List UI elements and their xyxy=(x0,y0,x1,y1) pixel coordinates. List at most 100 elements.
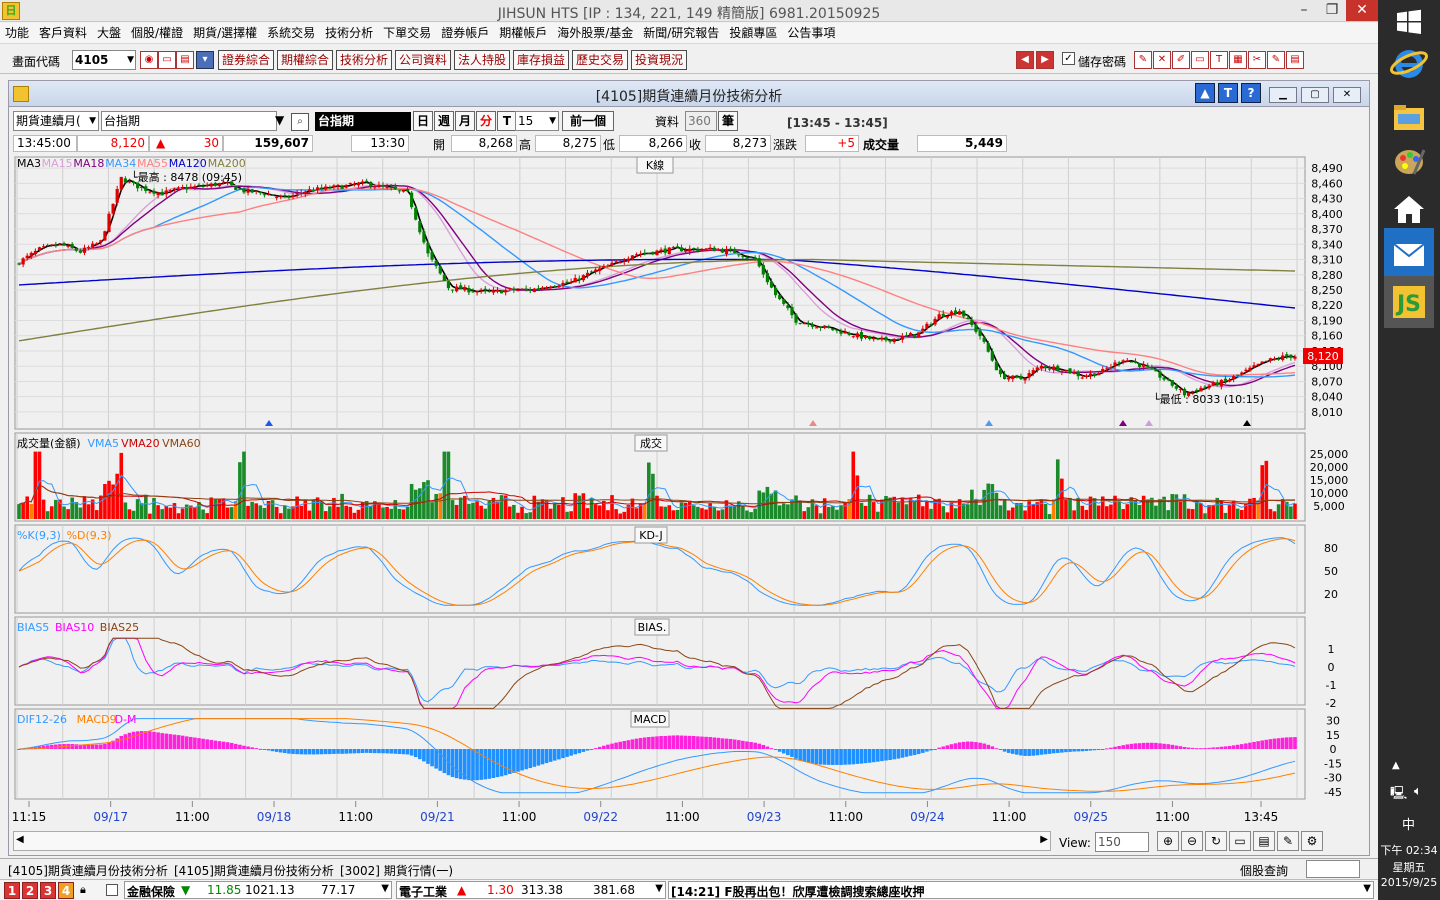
text-icon[interactable]: T xyxy=(1218,83,1238,103)
x-axis-label: 11:00 xyxy=(502,810,537,824)
window-icon[interactable]: ▭ xyxy=(158,51,176,69)
arrow-right-icon[interactable]: ▶ xyxy=(1036,51,1054,69)
toolbar-button-3[interactable]: 公司資料 xyxy=(395,50,451,70)
search-icon[interactable]: ◉ xyxy=(140,51,158,69)
toolbar-button-5[interactable]: 庫存損益 xyxy=(513,50,569,70)
save-password-checkbox[interactable]: ✓ xyxy=(1062,52,1075,65)
print-icon[interactable]: ▤ xyxy=(176,51,194,69)
settings-icon[interactable]: ⚙ xyxy=(1301,831,1323,851)
period-button-4[interactable]: T xyxy=(497,111,517,131)
refresh-icon[interactable]: ↻ xyxy=(1205,831,1227,851)
maximize-button[interactable]: ❐ xyxy=(1318,0,1346,21)
input-method[interactable]: 中 xyxy=(1402,814,1415,833)
sector1-box[interactable]: 金融保險 ▼ 11.85 1021.13 77.17 ▼ xyxy=(124,881,392,899)
menu-item-0[interactable]: 功能 xyxy=(0,23,34,43)
technical-chart[interactable]: 8,490 8,460 8,430 8,400 8,370 8,340 8,310 8,280… xyxy=(11,155,1369,827)
sub-close-button[interactable]: ✕ xyxy=(1333,87,1361,103)
doc-icon[interactable]: ▤ xyxy=(1286,51,1304,69)
edit-icon[interactable]: ✐ xyxy=(1172,51,1190,69)
table-icon[interactable]: ▤ xyxy=(1253,831,1275,851)
period-button-2[interactable]: 月 xyxy=(455,111,475,131)
tab-3002[interactable]: [3002] 期貨行情(一) xyxy=(340,862,453,879)
candle-body xyxy=(119,176,123,190)
type-select[interactable]: 期貨連續月(▼ xyxy=(13,111,99,131)
view-input[interactable]: 150 xyxy=(1095,832,1149,852)
interval-select[interactable]: 15 ▼ xyxy=(515,111,559,131)
tools-icon[interactable]: ✂ xyxy=(1248,51,1266,69)
font-icon[interactable]: T xyxy=(1210,51,1228,69)
menu-item-6[interactable]: 技術分析 xyxy=(320,23,378,43)
period-button-3[interactable]: 分 xyxy=(476,111,496,131)
toolbar-button-0[interactable]: 證券綜合 xyxy=(218,50,274,70)
menu-item-12[interactable]: 投顧專區 xyxy=(724,23,782,43)
menu-item-11[interactable]: 新聞/研究報告 xyxy=(638,23,724,43)
close-button[interactable]: ✕ xyxy=(1346,0,1378,21)
menu-item-4[interactable]: 期貨/選擇權 xyxy=(188,23,262,43)
window-icon[interactable]: ▭ xyxy=(1229,831,1251,851)
dropdown-icon[interactable]: ▾ xyxy=(196,51,214,69)
network-icon[interactable]: 🖳︎ xyxy=(1390,784,1407,806)
product-dropdown-icon[interactable]: ▼ xyxy=(275,113,284,127)
menu-item-13[interactable]: 公告事項 xyxy=(782,23,840,43)
pen-icon[interactable]: ✎ xyxy=(1134,51,1152,69)
code-input[interactable]: 4105 ▼ xyxy=(72,50,136,70)
mail-icon[interactable] xyxy=(1384,228,1434,282)
arrow-left-icon[interactable]: ◀ xyxy=(1016,51,1034,69)
search-icon[interactable]: ⌕ xyxy=(291,113,309,131)
menu-item-10[interactable]: 海外股票/基金 xyxy=(552,23,638,43)
chevron-down-icon[interactable]: ▼ xyxy=(381,883,389,894)
sector-checkbox[interactable] xyxy=(106,884,118,896)
news-ticker[interactable]: [14:21] F股再出包！欣厚遭檢調搜索總座收押 ▼ xyxy=(668,881,1374,899)
zoom-out-icon[interactable]: ⊖ xyxy=(1181,831,1203,851)
eraser-icon[interactable]: ✕ xyxy=(1153,51,1171,69)
page-button-1[interactable]: 1 xyxy=(4,882,20,899)
period-button-0[interactable]: 日 xyxy=(413,111,433,131)
toolbar-button-2[interactable]: 技術分析 xyxy=(336,50,392,70)
sector2-box[interactable]: 電子工業 ▲ 1.30 313.38 381.68 ▼ xyxy=(396,881,666,899)
menu-item-9[interactable]: 期權帳戶 xyxy=(494,23,552,43)
toolbar-button-7[interactable]: 投資現況 xyxy=(631,50,687,70)
volume-icon[interactable]: 🔈︎ xyxy=(1414,784,1422,799)
window-icon[interactable]: ▭ xyxy=(1191,51,1209,69)
clock-time[interactable]: 下午 02:34 xyxy=(1378,842,1440,858)
minimize-button[interactable]: – xyxy=(1290,0,1318,21)
time-scrollbar[interactable]: ◀ ▶ xyxy=(13,831,1051,851)
tab-4105-a[interactable]: [4105]期貨連續月份技術分析 xyxy=(8,862,168,879)
stock-query-input[interactable] xyxy=(1306,860,1360,878)
menu-item-2[interactable]: 大盤 xyxy=(92,23,126,43)
prev-button[interactable]: 前一個 xyxy=(562,111,614,131)
scroll-right-icon[interactable]: ▶ xyxy=(1040,834,1048,845)
tab-4105-b[interactable]: [4105]期貨連續月份技術分析 xyxy=(174,862,334,879)
data-count-input[interactable]: 360 xyxy=(685,111,717,131)
pattern-icon[interactable]: ▦ xyxy=(1229,51,1247,69)
chevron-down-icon[interactable]: ▼ xyxy=(1363,883,1371,894)
page-button-3[interactable]: 3 xyxy=(40,882,56,899)
menu-item-1[interactable]: 客戶資料 xyxy=(34,23,92,43)
sub-restore-button[interactable]: ▢ xyxy=(1301,87,1329,103)
toolbar-button-4[interactable]: 法人持股 xyxy=(454,50,510,70)
menu-item-7[interactable]: 下單交易 xyxy=(378,23,436,43)
toolbar-button-1[interactable]: 期權綜合 xyxy=(277,50,333,70)
brush-icon[interactable]: ✎ xyxy=(1267,51,1285,69)
menu-item-5[interactable]: 系統交易 xyxy=(262,23,320,43)
toolbar-button-6[interactable]: 歷史交易 xyxy=(572,50,628,70)
edit-icon[interactable]: ✎ xyxy=(1277,831,1299,851)
jihsun-app-icon[interactable]: JS xyxy=(1384,276,1434,328)
help-icon[interactable]: ? xyxy=(1241,83,1261,103)
menu-item-8[interactable]: 證券帳戶 xyxy=(436,23,494,43)
data-unit-button[interactable]: 筆 xyxy=(718,111,738,131)
tray-expand-icon[interactable]: ▲ xyxy=(1392,760,1400,771)
product-input[interactable]: 台指期 xyxy=(101,111,277,131)
period-button-1[interactable]: 週 xyxy=(434,111,454,131)
triangle-icon[interactable]: ▲ xyxy=(1195,83,1215,103)
zoom-in-icon[interactable]: ⊕ xyxy=(1157,831,1179,851)
page-button-4[interactable]: 4 xyxy=(58,882,74,899)
scroll-left-icon[interactable]: ◀ xyxy=(16,834,24,845)
menu-item-3[interactable]: 個股/權證 xyxy=(126,23,188,43)
chevron-down-icon[interactable]: ▼ xyxy=(127,51,134,69)
sub-minimize-button[interactable]: ▁ xyxy=(1269,87,1297,103)
ie-browser-icon[interactable] xyxy=(1382,34,1436,92)
x-axis-label: 09/24 xyxy=(910,810,945,824)
page-button-2[interactable]: 2 xyxy=(22,882,38,899)
chevron-down-icon[interactable]: ▼ xyxy=(655,883,663,894)
